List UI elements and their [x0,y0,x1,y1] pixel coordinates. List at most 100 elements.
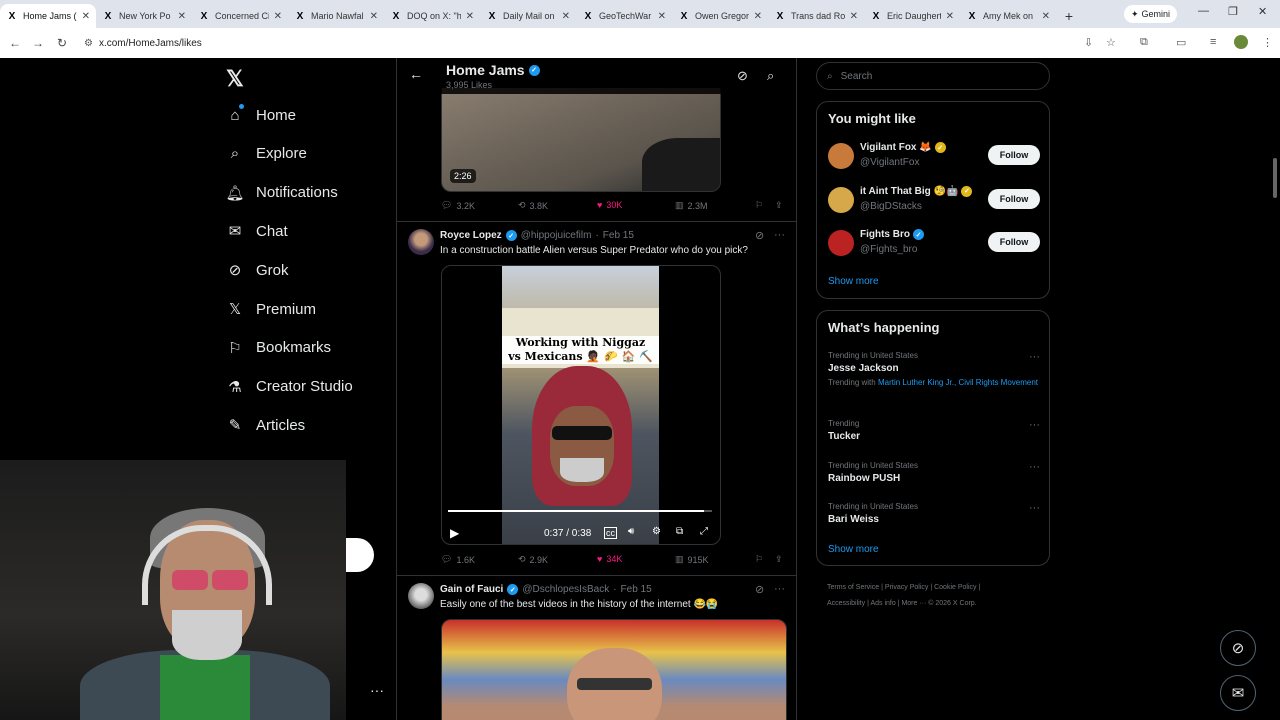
restore-icon[interactable]: ❐ [1228,5,1238,18]
like-button[interactable]: ♥ 34K [597,554,622,564]
extensions-icon[interactable]: ⧉ [1140,36,1148,49]
volume-icon[interactable]: 🔊︎ [628,526,634,537]
browser-tab[interactable]: XHome Jams (@✕ [0,4,96,28]
avatar[interactable] [408,229,434,255]
messages-fab-icon[interactable]: ✉ [1220,675,1256,711]
author-handle[interactable]: @hippojuicefilm [521,230,592,241]
post2-video[interactable]: Working with Niggaz vs Mexicans 🤦🏿 🌮 🏠 ⛏… [441,265,721,545]
close-tab-icon[interactable]: ✕ [82,11,90,22]
close-tab-icon[interactable]: ✕ [370,11,378,22]
reload-icon[interactable]: ↻ [50,36,74,50]
post-date[interactable]: Feb 15 [621,584,652,595]
nav-item-creator-studio[interactable]: ⚗ Creator Studio [226,378,352,396]
grok-icon[interactable]: ⊘ [737,68,748,84]
new-tab-button[interactable]: + [1056,4,1082,28]
bookmark-star-icon[interactable]: ☆ [1106,36,1116,49]
browser-tab[interactable]: X Amy Mek on ✕ [960,4,1056,28]
grok-fab-icon[interactable]: ⊘ [1220,630,1256,666]
video-progress-bar[interactable] [448,510,712,512]
like-button[interactable]: ♥ 30K [597,200,622,210]
suggestion-item[interactable]: it Aint That Big 🧐🤖 ✓ @BigDStacks Follow [828,184,1040,216]
close-tab-icon[interactable]: ✕ [466,11,474,22]
install-app-icon[interactable]: ⇩ [1084,36,1093,49]
page-scrollbar[interactable] [1270,58,1280,720]
trend-more-icon[interactable]: ··· [1029,502,1040,514]
fullscreen-icon[interactable]: ⤢ [700,526,708,537]
pip-icon[interactable]: ⧉ [676,526,683,537]
profile-avatar[interactable] [1234,35,1248,49]
captions-icon[interactable]: cc [604,527,617,539]
show-more-link[interactable]: Show more [828,276,879,287]
views-button[interactable]: ▥ 2.3M [675,200,708,211]
bookmark-button[interactable]: ⚐ [755,554,763,565]
sidebar-icon[interactable]: ▭ [1176,36,1186,49]
views-button[interactable]: ▥ 915K [675,554,709,565]
author-handle[interactable]: @DschlopesIsBack [522,584,609,595]
trend-item[interactable]: Trending in United States Rainbow PUSH ··· [828,461,1040,484]
avatar[interactable] [408,583,434,609]
site-info-icon[interactable]: ⚙ [84,38,93,49]
share-button[interactable]: ⇪ [775,200,783,211]
kebab-menu-icon[interactable]: ⋮ [1262,36,1273,49]
suggestion-item[interactable]: Vigilant Fox 🦊 ✓ @VigilantFox Follow [828,140,1040,172]
close-tab-icon[interactable]: ✕ [1042,11,1050,22]
nav-item-home[interactable]: ⌂ Home [226,106,296,124]
search-input[interactable]: ⌕ Search [816,62,1050,90]
trend-more-icon[interactable]: ··· [1029,351,1040,363]
avatar[interactable] [828,230,854,256]
reply-button[interactable]: 💬︎ 1.6K [441,554,475,565]
nav-item-explore[interactable]: ⌕ Explore [226,145,307,163]
trend-more-icon[interactable]: ··· [1029,419,1040,431]
search-icon[interactable]: ⌕ [767,68,774,84]
browser-tab[interactable]: X Owen Gregor ✕ [672,4,768,28]
author-name[interactable]: Gain of Fauci [440,584,503,595]
close-tab-icon[interactable]: ✕ [658,11,666,22]
post1-video[interactable]: 2:26 [441,88,721,192]
avatar[interactable] [828,186,854,213]
grok-icon[interactable]: ⊘ [755,583,764,596]
minimize-icon[interactable]: — [1198,5,1209,17]
trend-more-icon[interactable]: ··· [1029,461,1040,473]
menu-lines-icon[interactable]: ≡ [1210,36,1216,48]
close-tab-icon[interactable]: ✕ [274,11,282,22]
close-tab-icon[interactable]: ✕ [946,11,954,22]
bookmark-button[interactable]: ⚐ [755,200,763,211]
back-icon[interactable]: ← [3,36,27,50]
back-arrow-icon[interactable]: ← [409,66,423,82]
browser-tab[interactable]: X Daily Mail on ✕ [480,4,576,28]
browser-tab[interactable]: X Trans dad Rol ✕ [768,4,864,28]
trend-item[interactable]: Trending in United States Bari Weiss ··· [828,502,1040,525]
more-icon[interactable]: ··· [774,583,785,595]
follow-button[interactable]: Follow [988,188,1040,209]
close-tab-icon[interactable]: ✕ [562,11,570,22]
more-icon[interactable]: ··· [774,229,785,241]
trend-item[interactable]: Trending in United States Jesse Jackson Tr… [828,351,1040,388]
trend-item[interactable]: Trending Tucker ··· [828,419,1040,442]
browser-tab[interactable]: X Mario Nawfal ✕ [288,4,384,28]
browser-tab[interactable]: X Eric Daughert ✕ [864,4,960,28]
close-tab-icon[interactable]: ✕ [754,11,762,22]
nav-item-articles[interactable]: ✎ Articles [226,416,305,435]
follow-button[interactable]: Follow [988,232,1040,252]
nav-item-premium[interactable]: 𝕏 Premium [226,300,316,319]
close-tab-icon[interactable]: ✕ [850,11,858,22]
browser-tab[interactable]: X DOQ on X: "h ✕ [384,4,480,28]
nav-item-notifications[interactable]: 🔔︎ Notifications [225,184,337,202]
share-button[interactable]: ⇪ [775,554,783,565]
browser-tab[interactable]: X GeoTechWar ✕ [576,4,672,28]
nav-item-bookmarks[interactable]: ⚐ Bookmarks [226,339,331,357]
post3-video[interactable] [441,619,787,720]
repost-button[interactable]: ⟲ 2.9K [518,554,548,565]
repost-button[interactable]: ⟲ 3.8K [518,200,548,211]
show-more-link[interactable]: Show more [828,544,879,555]
post-date[interactable]: Feb 15 [603,230,634,241]
url-field[interactable]: ⚙ x.com/HomeJams/likes [84,32,1084,54]
grok-icon[interactable]: ⊘ [755,229,764,242]
nav-item-chat[interactable]: ✉ Chat [226,222,288,241]
follow-button[interactable]: Follow [988,145,1040,165]
author-name[interactable]: Royce Lopez [440,230,502,241]
x-logo-icon[interactable]: 𝕏 [226,66,244,92]
close-tab-icon[interactable]: ✕ [178,11,186,22]
close-window-icon[interactable]: ✕ [1258,5,1267,18]
avatar[interactable] [828,143,854,169]
